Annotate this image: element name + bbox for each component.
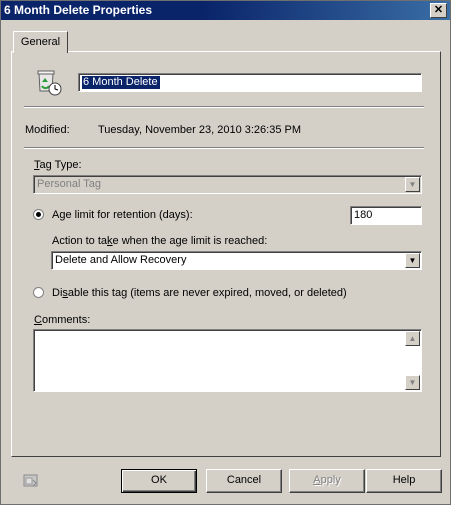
title-bar[interactable]: 6 Month Delete Properties ✕ <box>1 1 450 20</box>
tag-type-value: Personal Tag <box>37 178 102 190</box>
tag-name-input[interactable]: 6 Month Delete <box>78 73 422 92</box>
comments-textarea[interactable]: ▲ ▼ <box>33 329 422 392</box>
ok-button[interactable]: OK <box>121 469 197 493</box>
disable-tag-label[interactable]: Disable this tag (items are never expire… <box>52 287 347 299</box>
chevron-down-icon[interactable]: ▼ <box>405 253 420 268</box>
age-limit-radio[interactable] <box>33 209 44 220</box>
tab-general[interactable]: General <box>13 31 68 53</box>
disable-tag-radio[interactable] <box>33 287 44 298</box>
scroll-up-icon[interactable]: ▲ <box>405 331 420 346</box>
properties-dialog: 6 Month Delete Properties ✕ General 6 Mo… <box>0 0 451 505</box>
tag-name-value: 6 Month Delete <box>82 76 160 89</box>
help-button[interactable]: Help <box>366 469 442 493</box>
close-button[interactable]: ✕ <box>430 3 447 18</box>
tag-type-select: Personal Tag ▼ <box>33 175 422 194</box>
page-icon <box>23 474 39 488</box>
cancel-button[interactable]: Cancel <box>206 469 282 493</box>
window-title: 6 Month Delete Properties <box>4 3 153 17</box>
modified-label: Modified: <box>25 124 70 136</box>
radio-dot <box>36 212 41 217</box>
chevron-down-icon: ▼ <box>405 177 420 192</box>
age-limit-label[interactable]: Age limit for retention (days): <box>52 209 193 221</box>
action-value: Delete and Allow Recovery <box>55 254 187 266</box>
comments-label: Comments: <box>34 314 91 326</box>
action-label: Action to take when the age limit is rea… <box>52 235 268 247</box>
tag-type-label: Tag Type: <box>34 159 82 171</box>
age-limit-value: 180 <box>354 209 373 221</box>
close-icon: ✕ <box>433 4 444 16</box>
action-select[interactable]: Delete and Allow Recovery ▼ <box>51 251 422 270</box>
modified-value: Tuesday, November 23, 2010 3:26:35 PM <box>98 124 302 136</box>
apply-button[interactable]: Apply <box>289 469 365 493</box>
age-limit-input[interactable]: 180 <box>350 206 422 225</box>
separator-top <box>24 106 424 108</box>
recycle-clock-icon <box>33 67 63 97</box>
tab-label: General <box>20 36 61 48</box>
scroll-down-icon[interactable]: ▼ <box>405 375 420 390</box>
separator-middle <box>24 147 424 149</box>
